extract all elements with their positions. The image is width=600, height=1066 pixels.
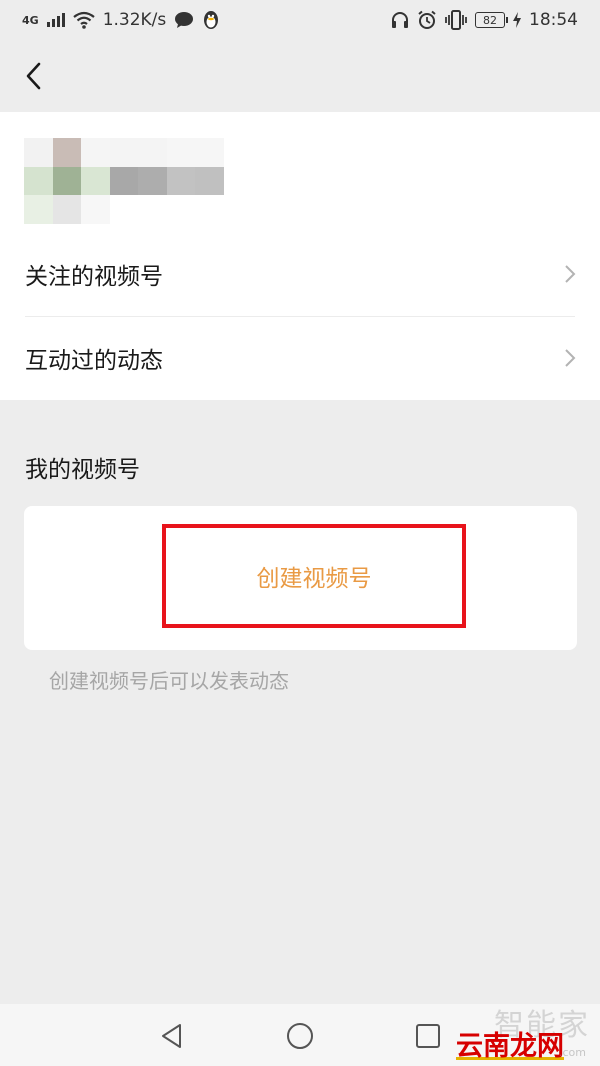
chevron-right-icon — [565, 265, 576, 283]
signal-icon — [46, 13, 65, 27]
chat-bubble-icon — [175, 12, 194, 28]
blurred-avatar — [24, 138, 224, 224]
clock: 18:54 — [529, 10, 578, 30]
list-item-label: 关注的视频号 — [25, 264, 163, 290]
create-channel-button[interactable]: 创建视频号 — [162, 524, 466, 628]
headphones-icon — [392, 12, 408, 28]
section-title: 我的视频号 — [25, 457, 140, 483]
status-left: 4G 1.32K/s — [22, 10, 220, 30]
nav-recents-icon[interactable] — [414, 1022, 442, 1050]
network-type: 4G — [22, 13, 39, 27]
nav-home-icon[interactable] — [286, 1022, 314, 1050]
list-item-interacted-posts[interactable]: 互动过的动态 — [0, 316, 600, 400]
profile-card: 关注的视频号 互动过的动态 — [0, 112, 600, 400]
list-item-followed-channels[interactable]: 关注的视频号 — [0, 232, 600, 316]
status-bar: 4G 1.32K/s 82 18:54 — [0, 0, 600, 40]
vibrate-icon — [445, 10, 467, 30]
charging-icon — [513, 12, 521, 28]
status-right: 82 18:54 — [391, 10, 578, 30]
nav-back-icon[interactable] — [158, 1022, 186, 1050]
nav-bar — [0, 40, 600, 112]
back-icon[interactable] — [18, 61, 48, 91]
battery-icon: 82 — [475, 12, 508, 28]
alarm-icon — [418, 10, 436, 29]
wifi-icon — [73, 11, 95, 29]
watermark-logo: 云南龙网 — [456, 1031, 564, 1062]
network-speed: 1.32K/s — [102, 10, 167, 30]
create-hint: 创建视频号后可以发表动态 — [49, 669, 289, 693]
list-item-label: 互动过的动态 — [25, 348, 163, 374]
qq-penguin-icon — [204, 11, 219, 29]
chevron-right-icon — [565, 349, 576, 367]
watermark-sub: .com — [559, 1046, 586, 1059]
